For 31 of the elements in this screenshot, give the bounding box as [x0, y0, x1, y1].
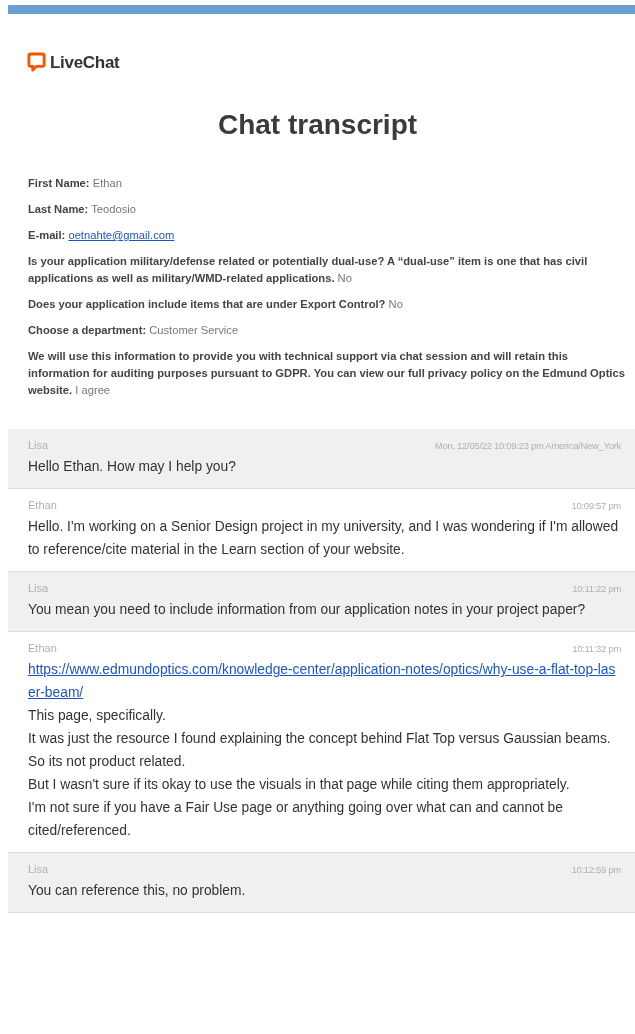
form-answer: Does your application include items that are under Export Control? No	[28, 297, 404, 312]
message-time: Mon, 12/05/22 10:09:23 pm America/New_York	[434, 440, 621, 451]
message-text: You mean you need to include information from our application notes in your project paper?	[28, 601, 587, 619]
brand-name: LiveChat	[50, 52, 120, 73]
message-link[interactable]: https://www.edmundoptics.com/knowledge-center/application-notes/optics/why-use-a-flat-top-laser-beam/	[28, 658, 621, 704]
message-text: I'm not sure if you have a Fair Use page or anything going over what can and cannot be cited/referenced.	[28, 799, 564, 840]
form-answer: First Name: Ethan	[28, 176, 123, 191]
author-name: Lisa	[28, 863, 49, 875]
message-text: But I wasn't sure if its okay to use the visuals in that page while citing them appropriately.	[28, 776, 571, 794]
chat-bubble-icon	[27, 52, 46, 73]
form-answer: Choose a department: Customer Service	[28, 323, 240, 338]
message-text: Hello Ethan. How may I help you?	[28, 458, 237, 476]
author-name: Ethan	[28, 642, 57, 654]
message-text: It was just the resource I found explaining the concept behind Flat Top versus Gaussian beams.	[28, 730, 612, 748]
message-text: Hello. I'm working on a Senior Design project in my university, and I was wondering if I'm allowed to reference/cite material in the Learn section of your website.	[28, 518, 620, 559]
page-title: Chat transcript	[216, 109, 419, 141]
message-text: You can reference this, no problem.	[28, 882, 247, 900]
form-answer: We will use this information to provide you with technical support via chat session and will retain this information for auditing purposes pursuant to GDPR. You can view our full privacy policy on the Edmund Optics website. I agree	[28, 349, 626, 398]
message-time: 10:12:59 pm	[571, 864, 621, 875]
form-answer: E-mail: oetnahte@gmail.com	[28, 228, 176, 243]
form-answer: Is your application military/defense related or potentially dual-use? A “dual-use” item is one that has civil applications as well as military/WMD-related applications. No	[28, 254, 589, 286]
author-name: Lisa	[28, 582, 49, 594]
email-link[interactable]: oetnahte@gmail.com	[68, 229, 175, 241]
message-text: This page, specifically.	[28, 707, 167, 725]
message-time: 10:11:32 pm	[572, 643, 621, 654]
message-time: 10:09:57 pm	[571, 500, 621, 511]
message-time: 10:11:22 pm	[572, 583, 621, 594]
author-name: Ethan	[28, 499, 57, 511]
form-answer: Last Name: Teodosio	[28, 202, 137, 217]
message-text: So its not product related.	[28, 753, 187, 771]
author-name: Lisa	[28, 439, 49, 451]
